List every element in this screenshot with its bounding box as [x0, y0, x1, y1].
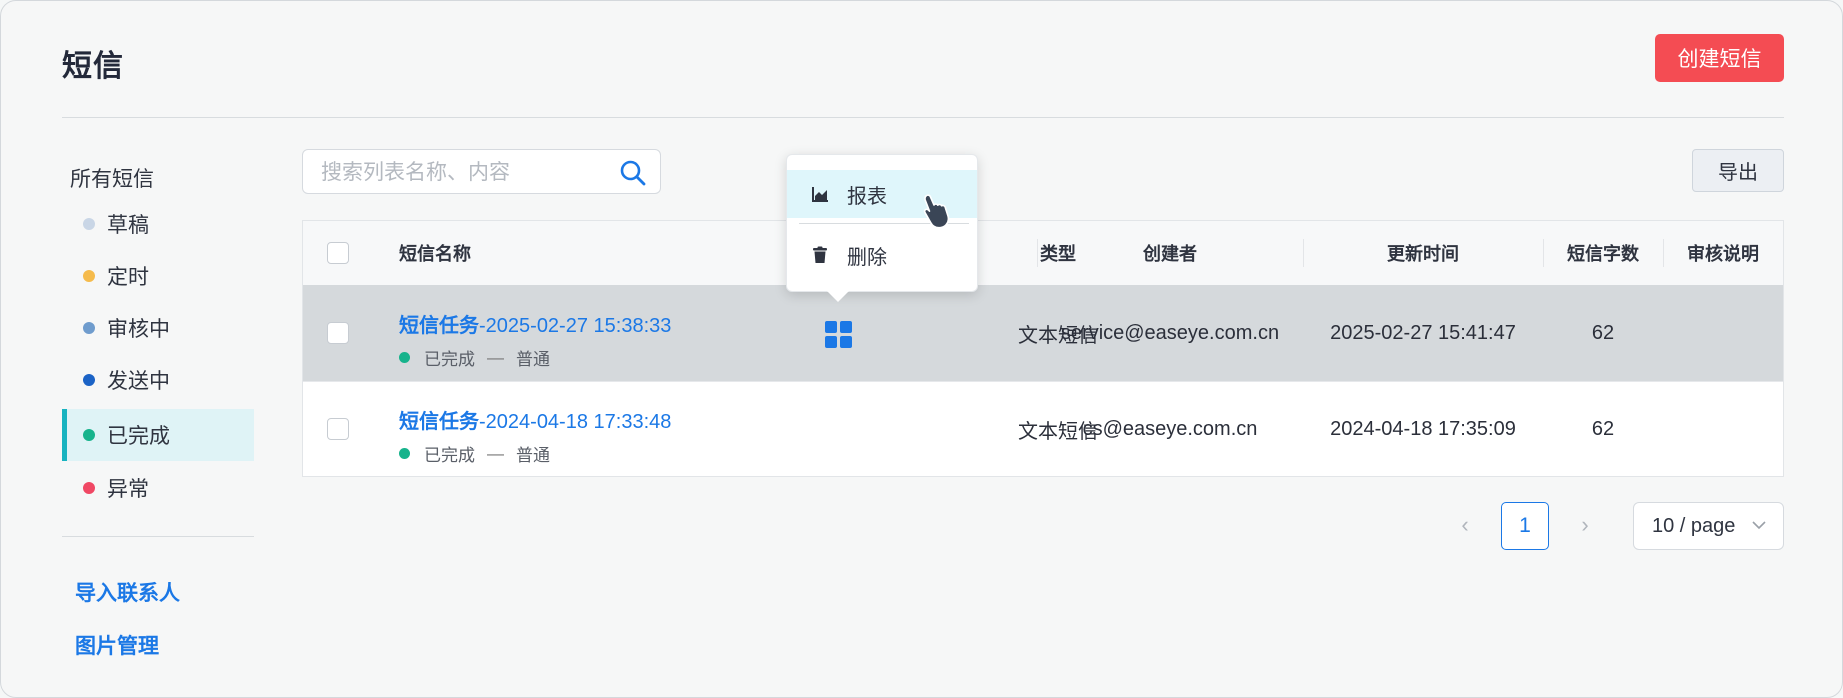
- image-management-link[interactable]: 图片管理: [75, 630, 159, 660]
- sidebar-item-label: 审核中: [107, 318, 170, 341]
- next-page-button[interactable]: ›: [1565, 501, 1605, 549]
- status-label: 已完成: [424, 446, 475, 465]
- status-dot: [83, 429, 95, 441]
- chevron-down-icon: [1752, 521, 1766, 530]
- row-status: 已完成 — 普通: [399, 345, 550, 370]
- page-title: 短信: [62, 50, 124, 83]
- sms-name-link[interactable]: 短信任务-2025-02-27 15:38:33: [399, 309, 671, 338]
- updated-cell: 2025-02-27 15:41:47: [1330, 321, 1516, 344]
- column-header-name: 短信名称: [399, 244, 471, 264]
- menu-item-label: 报表: [847, 185, 887, 208]
- sidebar-item-sending[interactable]: 发送中: [62, 354, 254, 406]
- sms-name-link[interactable]: 短信任务-2024-04-18 17:33:48: [399, 405, 671, 434]
- status-dot: [399, 448, 410, 459]
- menu-item-label: 删除: [847, 246, 887, 269]
- creator-cell: cs@easeye.com.cn: [1082, 417, 1258, 440]
- column-header-chars: 短信字数: [1567, 244, 1639, 264]
- page-size-value: 10 / page: [1652, 514, 1736, 537]
- priority-label: 普通: [516, 350, 550, 369]
- sidebar-item-label: 已完成: [107, 425, 170, 448]
- sidebar-item-label: 发送中: [107, 370, 170, 393]
- page-number-current[interactable]: 1: [1501, 502, 1549, 550]
- search-box: [302, 149, 661, 194]
- sidebar-heading-all[interactable]: 所有短信: [70, 163, 154, 193]
- table-row[interactable]: 短信任务-2025-02-27 15:38:33 已完成 — 普通 文本短信 s…: [303, 285, 1783, 382]
- status-separator: —: [487, 347, 504, 367]
- chars-cell: 62: [1591, 417, 1615, 440]
- status-dot: [83, 482, 95, 494]
- column-header-review: 审核说明: [1687, 244, 1759, 264]
- status-label: 已完成: [424, 350, 475, 369]
- sms-table: 短信名称 类型 创建者 更新时间 短信字数 审核说明 短信任务-2025-02-…: [302, 220, 1784, 477]
- menu-arrow: [826, 290, 850, 302]
- status-dot: [83, 374, 95, 386]
- review-cell: [1663, 381, 1783, 477]
- sidebar-item-completed[interactable]: 已完成: [62, 409, 254, 461]
- sidebar-item-scheduled[interactable]: 定时: [62, 250, 254, 302]
- create-sms-button[interactable]: 创建短信: [1655, 34, 1784, 82]
- sidebar-item-label: 异常: [107, 478, 149, 501]
- creator-cell: service@easeye.com.cn: [1060, 321, 1280, 344]
- app-frame: 短信 创建短信 所有短信 草稿 定时 审核中 发送中 已完成 异常 导入联系人 …: [0, 0, 1843, 698]
- menu-item-delete[interactable]: 删除: [787, 231, 977, 279]
- chart-icon: [812, 187, 828, 202]
- more-actions-icon[interactable]: [825, 321, 853, 349]
- prev-page-button[interactable]: ‹: [1445, 501, 1485, 549]
- status-dot: [83, 218, 95, 230]
- table-row[interactable]: 短信任务-2024-04-18 17:33:48 已完成 — 普通 文本短信 c…: [303, 381, 1783, 477]
- sidebar-item-draft[interactable]: 草稿: [62, 198, 254, 250]
- trash-icon: [813, 246, 827, 263]
- sidebar-item-label: 定时: [107, 266, 149, 289]
- status-dot: [83, 270, 95, 282]
- sidebar-divider: [62, 536, 254, 537]
- row-checkbox[interactable]: [327, 418, 349, 440]
- sidebar-item-label: 草稿: [107, 214, 149, 237]
- row-checkbox[interactable]: [327, 322, 349, 344]
- status-dot: [83, 322, 95, 334]
- row-status: 已完成 — 普通: [399, 441, 550, 466]
- status-dot: [399, 352, 410, 363]
- column-header-creator: 创建者: [1143, 244, 1197, 264]
- export-button[interactable]: 导出: [1692, 149, 1784, 192]
- column-header-updated: 更新时间: [1387, 244, 1459, 264]
- hand-cursor-icon: [923, 194, 950, 229]
- search-icon[interactable]: [619, 159, 647, 187]
- chars-cell: 62: [1591, 321, 1615, 344]
- sidebar-item-reviewing[interactable]: 审核中: [62, 302, 254, 354]
- header-divider: [62, 117, 1784, 118]
- table-header: 短信名称 类型 创建者 更新时间 短信字数 审核说明: [303, 221, 1783, 286]
- sidebar-item-error[interactable]: 异常: [62, 462, 254, 514]
- priority-label: 普通: [516, 446, 550, 465]
- updated-cell: 2024-04-18 17:35:09: [1330, 417, 1516, 440]
- review-cell: [1663, 285, 1783, 381]
- search-input[interactable]: [319, 158, 613, 188]
- import-contacts-link[interactable]: 导入联系人: [75, 577, 180, 607]
- status-separator: —: [487, 443, 504, 463]
- page-size-select[interactable]: 10 / page: [1633, 502, 1784, 550]
- select-all-checkbox[interactable]: [327, 242, 349, 264]
